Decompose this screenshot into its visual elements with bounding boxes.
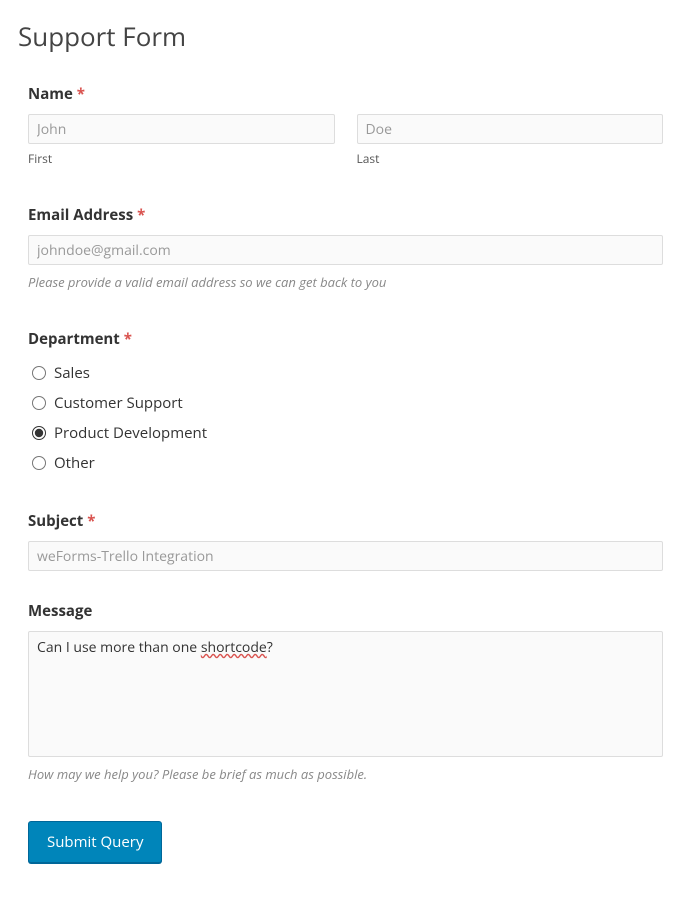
required-mark: * [124, 329, 132, 349]
field-email: Email Address * Please provide a valid e… [28, 205, 663, 291]
email-label: Email Address * [28, 205, 663, 225]
radio-customer-support-label: Customer Support [54, 393, 183, 413]
message-label: Message [28, 601, 663, 621]
radio-customer-support[interactable]: Customer Support [32, 393, 663, 413]
subject-label-text: Subject [28, 511, 83, 531]
message-label-text: Message [28, 601, 92, 621]
name-label-text: Name [28, 84, 73, 104]
radio-other-input[interactable] [32, 456, 46, 470]
field-name: Name * First Last [28, 84, 663, 167]
message-text-post: ? [267, 638, 273, 657]
required-mark: * [87, 511, 95, 531]
radio-customer-support-input[interactable] [32, 396, 46, 410]
department-radio-group: Sales Customer Support Product Developme… [28, 363, 663, 473]
email-label-text: Email Address [28, 205, 133, 225]
email-help-text: Please provide a valid email address so … [28, 273, 663, 291]
field-subject: Subject * [28, 511, 663, 571]
subject-input[interactable] [28, 541, 663, 571]
message-text-spell: shortcode [201, 638, 267, 657]
radio-sales-input[interactable] [32, 366, 46, 380]
message-help-text: How may we help you? Please be brief as … [28, 765, 663, 783]
radio-other[interactable]: Other [32, 453, 663, 473]
first-name-input[interactable] [28, 114, 335, 144]
message-text-pre: Can I use more than one [37, 638, 201, 657]
page-title: Support Form [0, 0, 691, 54]
field-message: Message Can I use more than one shortcod… [28, 601, 663, 783]
email-input[interactable] [28, 235, 663, 265]
radio-product-development-input[interactable] [32, 426, 46, 440]
subject-label: Subject * [28, 511, 663, 531]
radio-product-development-label: Product Development [54, 423, 207, 443]
radio-sales-label: Sales [54, 363, 90, 383]
required-mark: * [77, 84, 85, 104]
radio-sales[interactable]: Sales [32, 363, 663, 383]
field-department: Department * Sales Customer Support Prod… [28, 329, 663, 473]
submit-button[interactable]: Submit Query [28, 821, 162, 863]
first-name-sublabel: First [28, 150, 335, 167]
name-label: Name * [28, 84, 663, 104]
last-name-sublabel: Last [357, 150, 664, 167]
support-form: Name * First Last Email Address * Please… [0, 54, 691, 893]
required-mark: * [137, 205, 145, 225]
radio-product-development[interactable]: Product Development [32, 423, 663, 443]
radio-other-label: Other [54, 453, 95, 473]
message-textarea[interactable]: Can I use more than one shortcode? [28, 631, 663, 757]
department-label: Department * [28, 329, 663, 349]
department-label-text: Department [28, 329, 120, 349]
last-name-input[interactable] [357, 114, 664, 144]
